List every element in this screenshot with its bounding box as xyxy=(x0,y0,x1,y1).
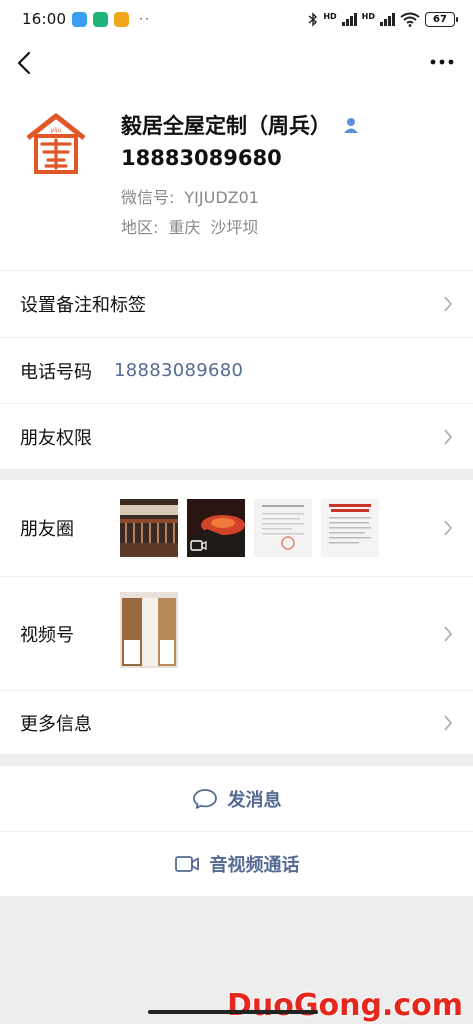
row-more-info[interactable]: 更多信息 xyxy=(0,690,473,754)
send-message-label: 发消息 xyxy=(227,789,282,811)
battery-indicator: 67 xyxy=(425,11,458,27)
row-phone-number[interactable]: 电话号码 18883089680 xyxy=(0,337,473,403)
row-channels[interactable]: 视频号 xyxy=(0,576,473,690)
chevron-right-icon xyxy=(444,428,453,445)
chevron-right-icon xyxy=(444,625,453,642)
row-label: 朋友圈 xyxy=(20,519,74,540)
status-right: HD HD 67 xyxy=(308,11,458,27)
row-label: 设置备注和标签 xyxy=(20,295,146,316)
action-group: 发消息 音视频通话 xyxy=(0,766,473,896)
avatar[interactable]: yiju xyxy=(22,110,90,178)
region-city: 重庆 xyxy=(168,218,201,237)
avatar-text: yiju xyxy=(50,127,62,134)
signal1-label: HD xyxy=(323,11,337,21)
person-icon xyxy=(344,118,358,133)
wechat-id-line: 微信号: YIJUDZ01 xyxy=(121,184,259,208)
signal2-icon xyxy=(380,12,395,26)
ellipsis-icon[interactable] xyxy=(429,52,455,72)
phone-number-link[interactable]: 18883089680 xyxy=(114,360,243,381)
row-moments[interactable]: 朋友圈 xyxy=(0,480,473,576)
region-label: 地区: xyxy=(121,218,159,237)
signal1-icon xyxy=(341,12,357,26)
moments-thumb-red-document xyxy=(321,499,379,557)
contact-phone: 18883089680 xyxy=(121,146,282,170)
chevron-right-icon xyxy=(444,714,453,731)
watermark: DuoGong.com xyxy=(227,988,463,1023)
profile-card: yiju 毅居全屋定制（周兵） 18883089680 微信号: YIJUDZ01… xyxy=(0,88,473,270)
row-label: 更多信息 xyxy=(20,713,92,735)
status-more-dots: ·· xyxy=(139,12,151,26)
chat-bubble-icon xyxy=(192,788,217,809)
row-label: 视频号 xyxy=(20,624,74,646)
status-time: 16:00 xyxy=(22,10,67,28)
row-remark-tags[interactable]: 设置备注和标签 xyxy=(0,271,473,337)
contact-name: 毅居全屋定制（周兵） xyxy=(121,114,331,138)
send-message-button[interactable]: 发消息 xyxy=(0,766,473,831)
row-label: 电话号码 xyxy=(20,361,92,383)
home-indicator[interactable] xyxy=(148,1010,318,1014)
bluetooth-icon xyxy=(308,11,318,27)
shield-app-icon xyxy=(93,11,109,27)
channels-thumb-wardrobe xyxy=(120,592,178,668)
status-bar: 16:00 ·· HD HD 67 xyxy=(0,0,473,38)
wifi-icon xyxy=(400,12,420,27)
av-call-label: 音视频通话 xyxy=(209,855,300,876)
moments-thumb-document xyxy=(254,499,312,557)
region-district: 沙坪坝 xyxy=(210,218,259,237)
region-line: 地区: 重庆 沙坪坝 xyxy=(121,214,258,238)
yiju-logo-icon: yiju xyxy=(22,110,90,178)
chevron-left-icon[interactable] xyxy=(14,50,36,76)
wechat-id-value: YIJUDZ01 xyxy=(184,188,259,207)
cloud-app-icon xyxy=(72,11,88,27)
signal2-label: HD xyxy=(361,11,375,21)
chevron-right-icon xyxy=(444,296,453,312)
av-call-button[interactable]: 音视频通话 xyxy=(0,831,473,896)
moments-thumb-video xyxy=(187,499,245,557)
row-friend-permissions[interactable]: 朋友权限 xyxy=(0,403,473,469)
chevron-right-icon xyxy=(444,520,453,536)
info-group: 设置备注和标签 电话号码 18883089680 朋友权限 xyxy=(0,271,473,469)
video-camera-icon xyxy=(174,856,199,872)
media-group: 朋友圈 视频号 更多信息 xyxy=(0,480,473,754)
moments-thumb-building xyxy=(120,499,178,557)
nav-bar xyxy=(0,38,473,88)
weather-app-icon xyxy=(114,11,130,27)
wechat-id-label: 微信号: xyxy=(121,188,175,207)
row-label: 朋友权限 xyxy=(20,427,92,449)
